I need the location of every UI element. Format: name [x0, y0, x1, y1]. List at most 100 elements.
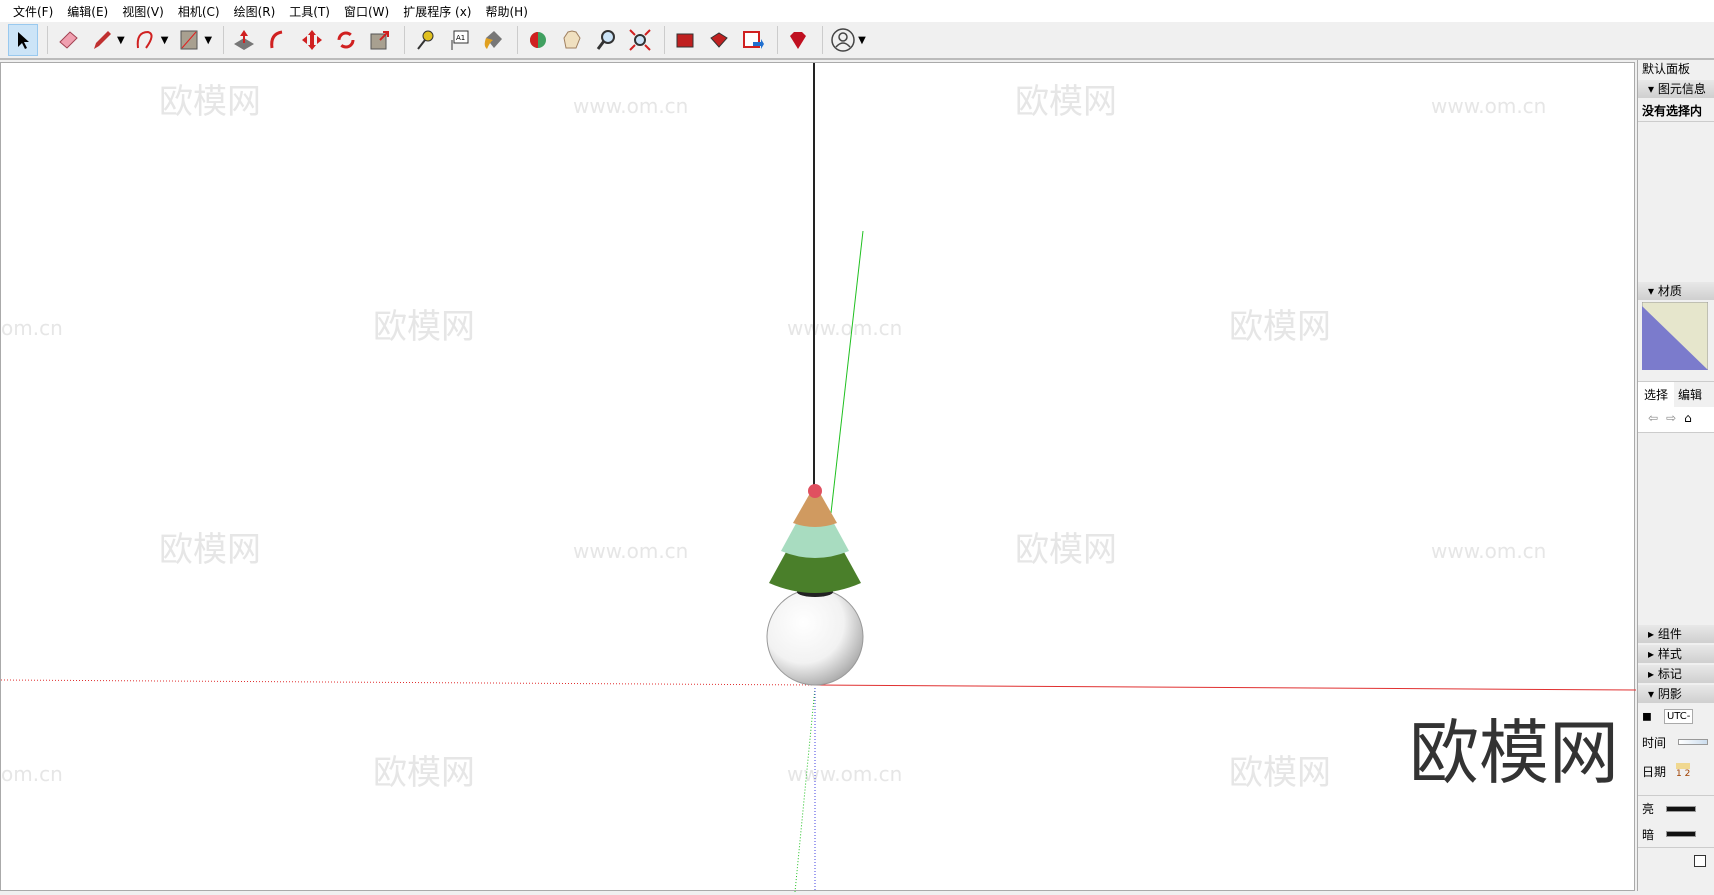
send-to-layout-icon	[743, 31, 765, 49]
orbit-button[interactable]	[523, 24, 553, 56]
x-axis-negative	[0, 679, 816, 686]
menu-view[interactable]: 视图(V)	[115, 3, 171, 20]
components-header[interactable]: ▸ 组件	[1638, 625, 1714, 643]
zoom-button[interactable]	[591, 24, 621, 56]
watermark-logo: 欧模网	[1229, 753, 1331, 793]
light-slider[interactable]	[1666, 805, 1697, 812]
entity-info-label: 图元信息	[1657, 82, 1706, 96]
components-label: 组件	[1657, 627, 1682, 641]
no-selection-text: 没有选择内	[1638, 102, 1714, 122]
time-label: 时间	[1642, 735, 1667, 750]
watermark-url: www.om.cn	[1431, 94, 1546, 118]
chevron-down-icon[interactable]: ▼	[858, 35, 866, 46]
watermark-logo: 欧模网	[1229, 307, 1331, 347]
watermark-logo: 欧模网	[1015, 530, 1117, 570]
zoom-extents-icon	[629, 29, 651, 51]
entity-info-header[interactable]: ▾ 图元信息	[1638, 80, 1714, 98]
rectangle-button[interactable]	[174, 24, 204, 56]
watermark-url: om.cn	[1, 762, 63, 786]
3d-viewport[interactable]: 欧模网 www.om.cn 欧模网 www.om.cn om.cn 欧模网 ww…	[0, 62, 1637, 893]
toolbar: ▼ ▼ ▼ A1 ▼	[0, 22, 1714, 60]
tab-select[interactable]: 选择	[1638, 382, 1675, 407]
warehouse-button[interactable]	[670, 24, 700, 56]
watermark-logo: 欧模网	[159, 530, 261, 570]
dark-label: 暗	[1642, 827, 1655, 842]
lamp-shade-top	[793, 495, 837, 527]
material-list[interactable]	[1638, 433, 1714, 623]
account-button[interactable]	[828, 24, 858, 56]
chevron-down-icon[interactable]: ▼	[161, 35, 169, 46]
dark-slider[interactable]	[1666, 831, 1697, 837]
forward-arrow-icon[interactable]: ⇨	[1666, 411, 1676, 428]
tab-edit[interactable]: 编辑	[1674, 382, 1706, 407]
zoom-extents-button[interactable]	[625, 24, 655, 56]
material-swatch[interactable]	[1641, 301, 1709, 371]
tray-title: 默认面板	[1642, 62, 1691, 76]
date-label: 日期	[1642, 764, 1667, 779]
chevron-down-icon[interactable]: ▼	[117, 35, 125, 46]
shadows-header[interactable]: ▾ 阴影	[1638, 685, 1714, 703]
arc-button[interactable]	[131, 24, 161, 56]
menu-window[interactable]: 窗口(W)	[337, 3, 396, 20]
pushpull-button[interactable]	[229, 24, 259, 56]
pencil-button[interactable]	[87, 24, 117, 56]
eraser-button[interactable]	[53, 24, 83, 56]
followme-icon	[270, 30, 283, 49]
extension-warehouse-icon	[710, 32, 728, 48]
shadow-toggle-icon[interactable]: ◼	[1642, 709, 1652, 723]
materials-header[interactable]: ▾ 材质	[1638, 282, 1714, 300]
watermark-url: www.om.cn	[787, 316, 902, 340]
y-axis-negative	[794, 687, 816, 893]
watermark-url: www.om.cn	[573, 539, 688, 563]
eraser-icon	[59, 31, 78, 49]
rotate-button[interactable]	[331, 24, 361, 56]
separator	[517, 26, 519, 54]
menu-camera[interactable]: 相机(C)	[171, 3, 227, 20]
styles-label: 样式	[1657, 647, 1682, 661]
extension-warehouse-button[interactable]	[704, 24, 734, 56]
send-to-layout-button[interactable]	[738, 24, 768, 56]
followme-button[interactable]	[263, 24, 293, 56]
back-arrow-icon[interactable]: ⇦	[1648, 411, 1658, 428]
x-axis-positive	[814, 684, 1637, 691]
scale-button[interactable]	[365, 24, 395, 56]
move-icon	[302, 30, 323, 50]
watermark-url: om.cn	[1, 316, 63, 340]
separator	[664, 26, 666, 54]
tags-header[interactable]: ▸ 标记	[1638, 665, 1714, 683]
paint-bucket-button[interactable]	[478, 24, 508, 56]
pan-button[interactable]	[557, 24, 587, 56]
watermark-url: www.om.cn	[573, 94, 688, 118]
ruby-console-button[interactable]	[783, 24, 813, 56]
menu-help[interactable]: 帮助(H)	[478, 3, 534, 20]
home-icon[interactable]: ⌂	[1684, 411, 1692, 428]
utc-select[interactable]: UTC-	[1663, 708, 1694, 724]
arc-icon	[136, 30, 153, 49]
move-button[interactable]	[297, 24, 327, 56]
watermarks: 欧模网 www.om.cn 欧模网 www.om.cn om.cn 欧模网 ww…	[1, 82, 1546, 793]
watermark-logo: 欧模网	[373, 753, 475, 793]
y-axis-positive	[830, 230, 864, 514]
text-button[interactable]: A1	[444, 24, 474, 56]
separator	[777, 26, 779, 54]
menu-draw[interactable]: 绘图(R)	[227, 3, 283, 20]
menu-edit[interactable]: 编辑(E)	[60, 3, 115, 20]
time-slider[interactable]	[1678, 739, 1709, 745]
tape-measure-button[interactable]	[410, 24, 440, 56]
select-tool-button[interactable]	[8, 24, 38, 56]
menu-extensions[interactable]: 扩展程序 (x)	[396, 3, 478, 20]
tape-measure-icon	[417, 30, 434, 50]
use-sun-checkbox[interactable]	[1694, 854, 1706, 867]
chevron-down-icon[interactable]: ▼	[204, 35, 212, 46]
watermark-logo: 欧模网	[1015, 82, 1117, 122]
menu-file[interactable]: 文件(F)	[6, 3, 60, 20]
account-icon	[831, 28, 855, 52]
menu-tools[interactable]: 工具(T)	[282, 3, 337, 20]
date-slider[interactable]: 1 2	[1676, 763, 1691, 779]
scale-icon	[370, 31, 390, 50]
text-icon: A1	[451, 30, 469, 50]
watermark-logo-large: 欧模网	[1409, 712, 1619, 794]
styles-header[interactable]: ▸ 样式	[1638, 645, 1714, 663]
zoom-icon	[596, 30, 616, 50]
select-icon	[18, 32, 29, 49]
